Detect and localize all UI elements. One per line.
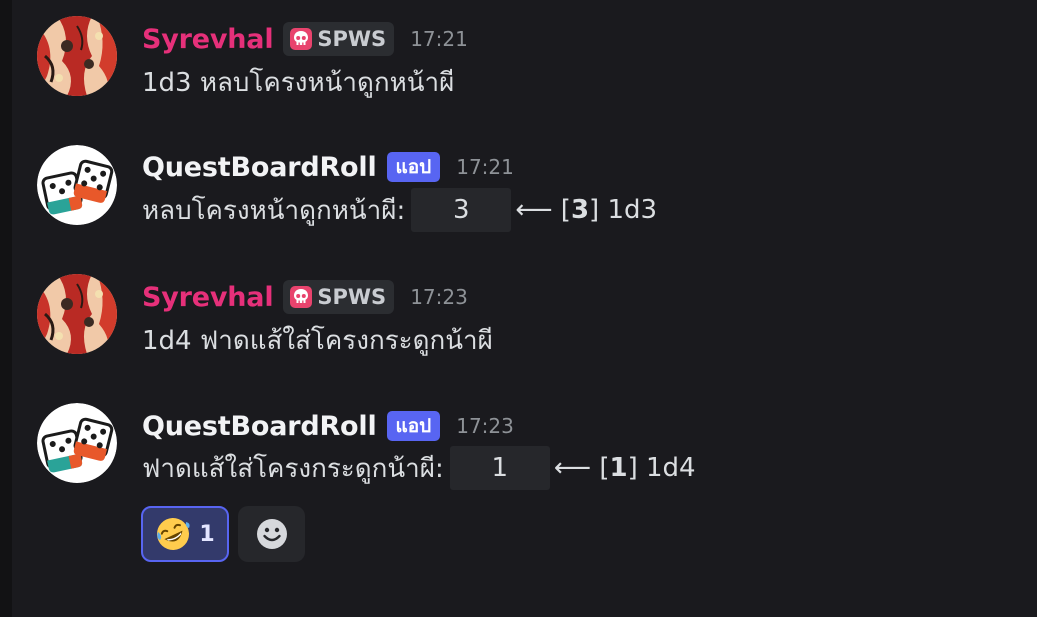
roll-result-box: 3 — [411, 188, 512, 232]
message-content: 1d3 หลบโครงหน้าดูกหน้าผี — [142, 67, 455, 98]
reactions-bar: 1 — [141, 506, 305, 562]
roll-result-line: หลบโครงหน้าดูกหน้าผี: 3 ⟵ [3] 1d3 — [142, 187, 657, 233]
skull-icon — [290, 28, 313, 50]
guild-tag[interactable]: SPWS — [283, 22, 395, 56]
roll-result-line: ฟาดแส้ใส่โครงกระดูกน้าผี: 1 ⟵ [1] 1d4 — [142, 445, 696, 491]
skull-icon — [290, 286, 313, 308]
roll-label: ฟาดแส้ใส่โครงกระดูกน้าผี: — [142, 453, 444, 484]
message-header: Syrevhal SPWS 17:23 — [142, 277, 468, 317]
username[interactable]: Syrevhal — [142, 282, 274, 313]
message-text: 1d3 หลบโครงหน้าดูกหน้าผี — [142, 59, 454, 105]
guild-tag[interactable]: SPWS — [283, 280, 395, 314]
message-header: QuestBoardRoll แอป 17:23 — [142, 406, 514, 446]
rofl-emoji-icon — [157, 518, 190, 550]
bot-avatar[interactable] — [37, 403, 117, 483]
guild-tag-label: SPWS — [317, 27, 387, 51]
roll-formula: ] 1d3 — [589, 195, 658, 225]
reaction-rofl[interactable]: 1 — [141, 506, 229, 562]
app-badge: แอป — [386, 152, 441, 182]
message-header: Syrevhal SPWS 17:21 — [142, 19, 468, 59]
roll-bracket-value: 3 — [570, 195, 590, 225]
add-reaction-button[interactable] — [238, 506, 305, 562]
roll-arrow: ⟵ [ — [553, 453, 610, 483]
timestamp[interactable]: 17:23 — [456, 414, 514, 438]
user-avatar[interactable] — [37, 274, 117, 354]
message-text: 1d4 ฟาดแส้ใส่โครงกระดูกน้าผี — [142, 317, 493, 363]
timestamp[interactable]: 17:21 — [456, 155, 514, 179]
roll-formula: ] 1d4 — [627, 453, 696, 483]
app-badge: แอป — [386, 411, 441, 441]
roll-bracket-value: 1 — [609, 453, 628, 483]
reaction-count: 1 — [199, 521, 215, 547]
bot-avatar[interactable] — [37, 145, 117, 225]
message-content: 1d4 ฟาดแส้ใส่โครงกระดูกน้าผี — [142, 325, 493, 356]
username[interactable]: QuestBoardRoll — [142, 152, 377, 183]
add-reaction-icon — [256, 519, 287, 549]
username[interactable]: Syrevhal — [142, 24, 274, 55]
left-edge-strip — [0, 0, 12, 617]
username[interactable]: QuestBoardRoll — [142, 411, 377, 442]
roll-label: หลบโครงหน้าดูกหน้าผี: — [142, 195, 406, 226]
timestamp[interactable]: 17:23 — [410, 285, 468, 309]
roll-result-box: 1 — [449, 446, 550, 490]
roll-arrow: ⟵ [ — [515, 195, 571, 225]
guild-tag-label: SPWS — [317, 285, 387, 309]
user-avatar[interactable] — [37, 16, 117, 96]
timestamp[interactable]: 17:21 — [410, 27, 468, 51]
message-header: QuestBoardRoll แอป 17:21 — [142, 147, 514, 187]
